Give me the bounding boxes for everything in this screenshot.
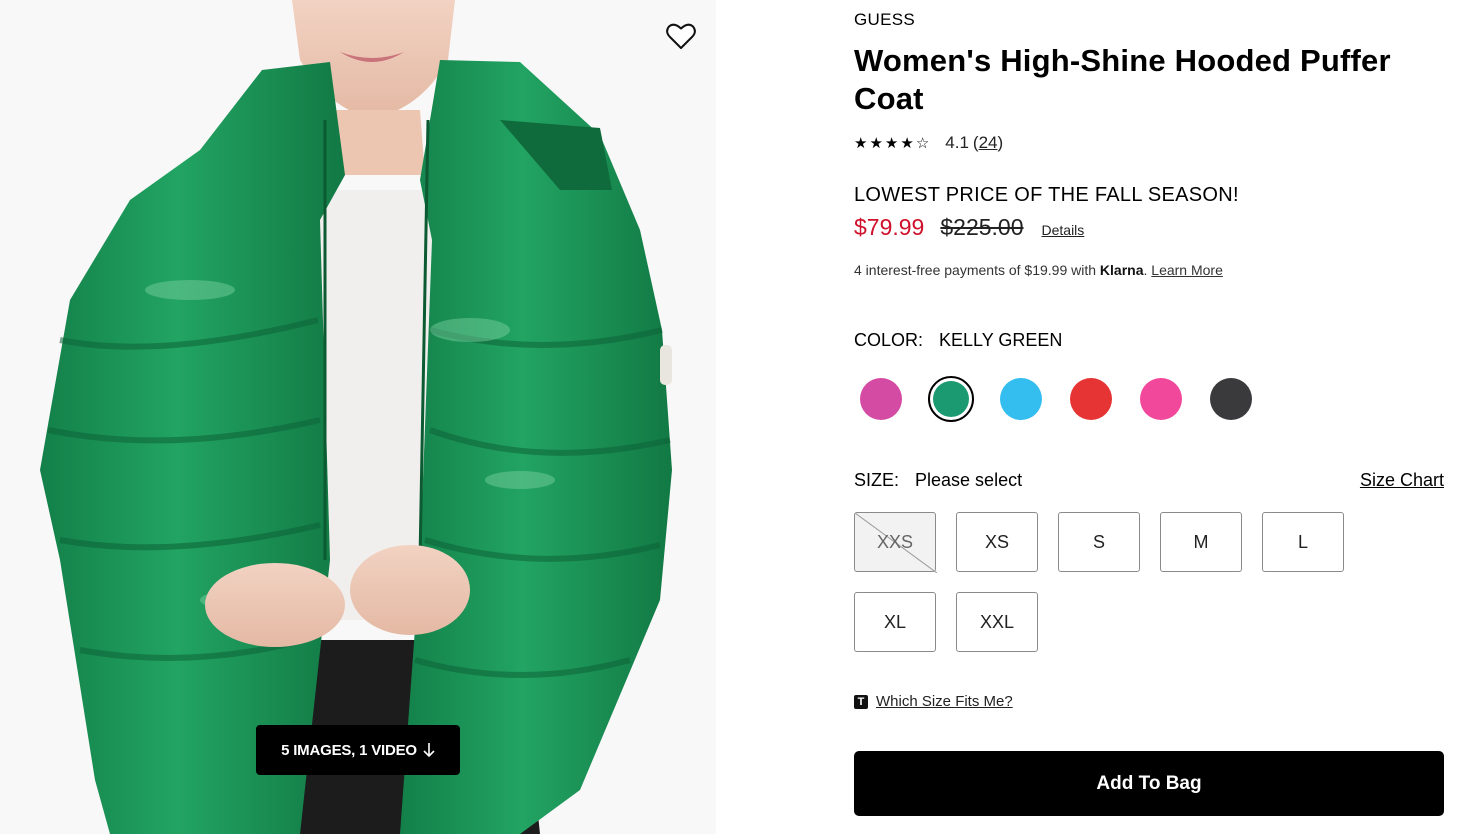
product-image-gallery[interactable]: 5 IMAGES, 1 VIDEO [0, 0, 716, 834]
star-filled-icon: ★ [900, 135, 914, 152]
size-option-label: L [1297, 531, 1308, 552]
color-swatch-fill [1210, 378, 1252, 420]
size-option-label: XL [883, 611, 907, 632]
size-option-label: XXL [979, 611, 1015, 632]
color-swatch[interactable] [858, 376, 904, 422]
size-option-xxl[interactable]: XXL [956, 592, 1038, 652]
color-swatch-fill [1000, 378, 1042, 420]
color-swatch[interactable] [1138, 376, 1184, 422]
media-count-label: 5 IMAGES, 1 VIDEO [281, 741, 417, 759]
promo-message: LOWEST PRICE OF THE FALL SEASON! [854, 184, 1239, 206]
color-label: COLOR: [854, 330, 924, 350]
size-option-s[interactable]: S [1058, 512, 1140, 572]
which-size-fits-link[interactable]: Which Size Fits Me? [876, 693, 1013, 710]
brand-name[interactable]: GUESS [854, 10, 915, 30]
review-count-link[interactable]: 24 [979, 133, 998, 152]
color-swatch-fill [933, 381, 969, 417]
size-option-l[interactable]: L [1262, 512, 1344, 572]
size-fit-helper[interactable]: T Which Size Fits Me? [854, 693, 1013, 710]
size-option-label: XS [984, 531, 1009, 552]
klarna-brand: Klarna [1099, 262, 1144, 278]
color-swatch-fill [1140, 378, 1182, 420]
color-swatch-fill [860, 378, 902, 420]
star-filled-icon: ★ [884, 135, 899, 152]
color-swatches [858, 376, 1254, 422]
price-block: $79.99 $225.00 Details [854, 214, 1084, 241]
product-photo [0, 0, 716, 834]
star-filled-icon: ★ [854, 135, 868, 152]
klarna-message: 4 interest-free payments of $19.99 with … [854, 262, 1223, 278]
klarna-learn-more-link[interactable]: Learn More [1151, 262, 1223, 278]
rating-stars: ★ ★ ★ ★ ☆ [854, 134, 929, 152]
color-swatch[interactable] [1208, 376, 1254, 422]
size-option-label: S [1092, 531, 1105, 552]
color-swatch[interactable] [928, 376, 974, 422]
add-to-bag-button[interactable]: Add To Bag [854, 751, 1444, 816]
color-swatch-fill [1070, 378, 1112, 420]
color-selection-label: COLOR: KELLY GREEN [854, 330, 1062, 351]
original-price: $225.00 [940, 214, 1024, 240]
selected-color-name: KELLY GREEN [939, 330, 1063, 350]
rating-count[interactable]: (24) [973, 133, 1003, 153]
size-option-xxs[interactable]: XXS [854, 512, 937, 573]
arrow-down-icon [423, 743, 435, 758]
true-fit-icon: T [854, 694, 868, 709]
size-chart-link[interactable]: Size Chart [1360, 470, 1444, 491]
color-swatch[interactable] [998, 376, 1044, 422]
color-swatch[interactable] [1068, 376, 1114, 422]
size-option-xs[interactable]: XS [956, 512, 1038, 572]
size-placeholder: Please select [915, 470, 1023, 490]
price-details-link[interactable]: Details [1042, 222, 1085, 238]
size-options: XXS XS S M L XL XXL [854, 512, 1374, 652]
size-option-m[interactable]: M [1160, 512, 1242, 572]
product-details: GUESS Women's High-Shine Hooded Puffer C… [854, 0, 1446, 834]
size-label: SIZE: [854, 470, 900, 490]
favorite-button[interactable] [664, 20, 698, 52]
media-count-button[interactable]: 5 IMAGES, 1 VIDEO [256, 725, 460, 775]
rating-summary[interactable]: ★ ★ ★ ★ ☆ 4.1 (24) [854, 131, 1003, 155]
size-option-label: XXS [876, 531, 914, 552]
klarna-text: 4 interest-free payments of $19.99 with [854, 262, 1097, 278]
rating-value: 4.1 [945, 133, 969, 152]
size-option-xl[interactable]: XL [854, 592, 936, 652]
star-filled-icon: ★ [869, 135, 883, 152]
sale-price: $79.99 [854, 214, 925, 240]
size-selection-header: SIZE: Please select Size Chart [854, 470, 1444, 491]
star-empty-icon: ☆ [915, 135, 930, 152]
product-title: Women's High-Shine Hooded Puffer Coat [854, 43, 1391, 116]
heart-icon [666, 23, 696, 49]
size-option-label: M [1193, 531, 1209, 552]
